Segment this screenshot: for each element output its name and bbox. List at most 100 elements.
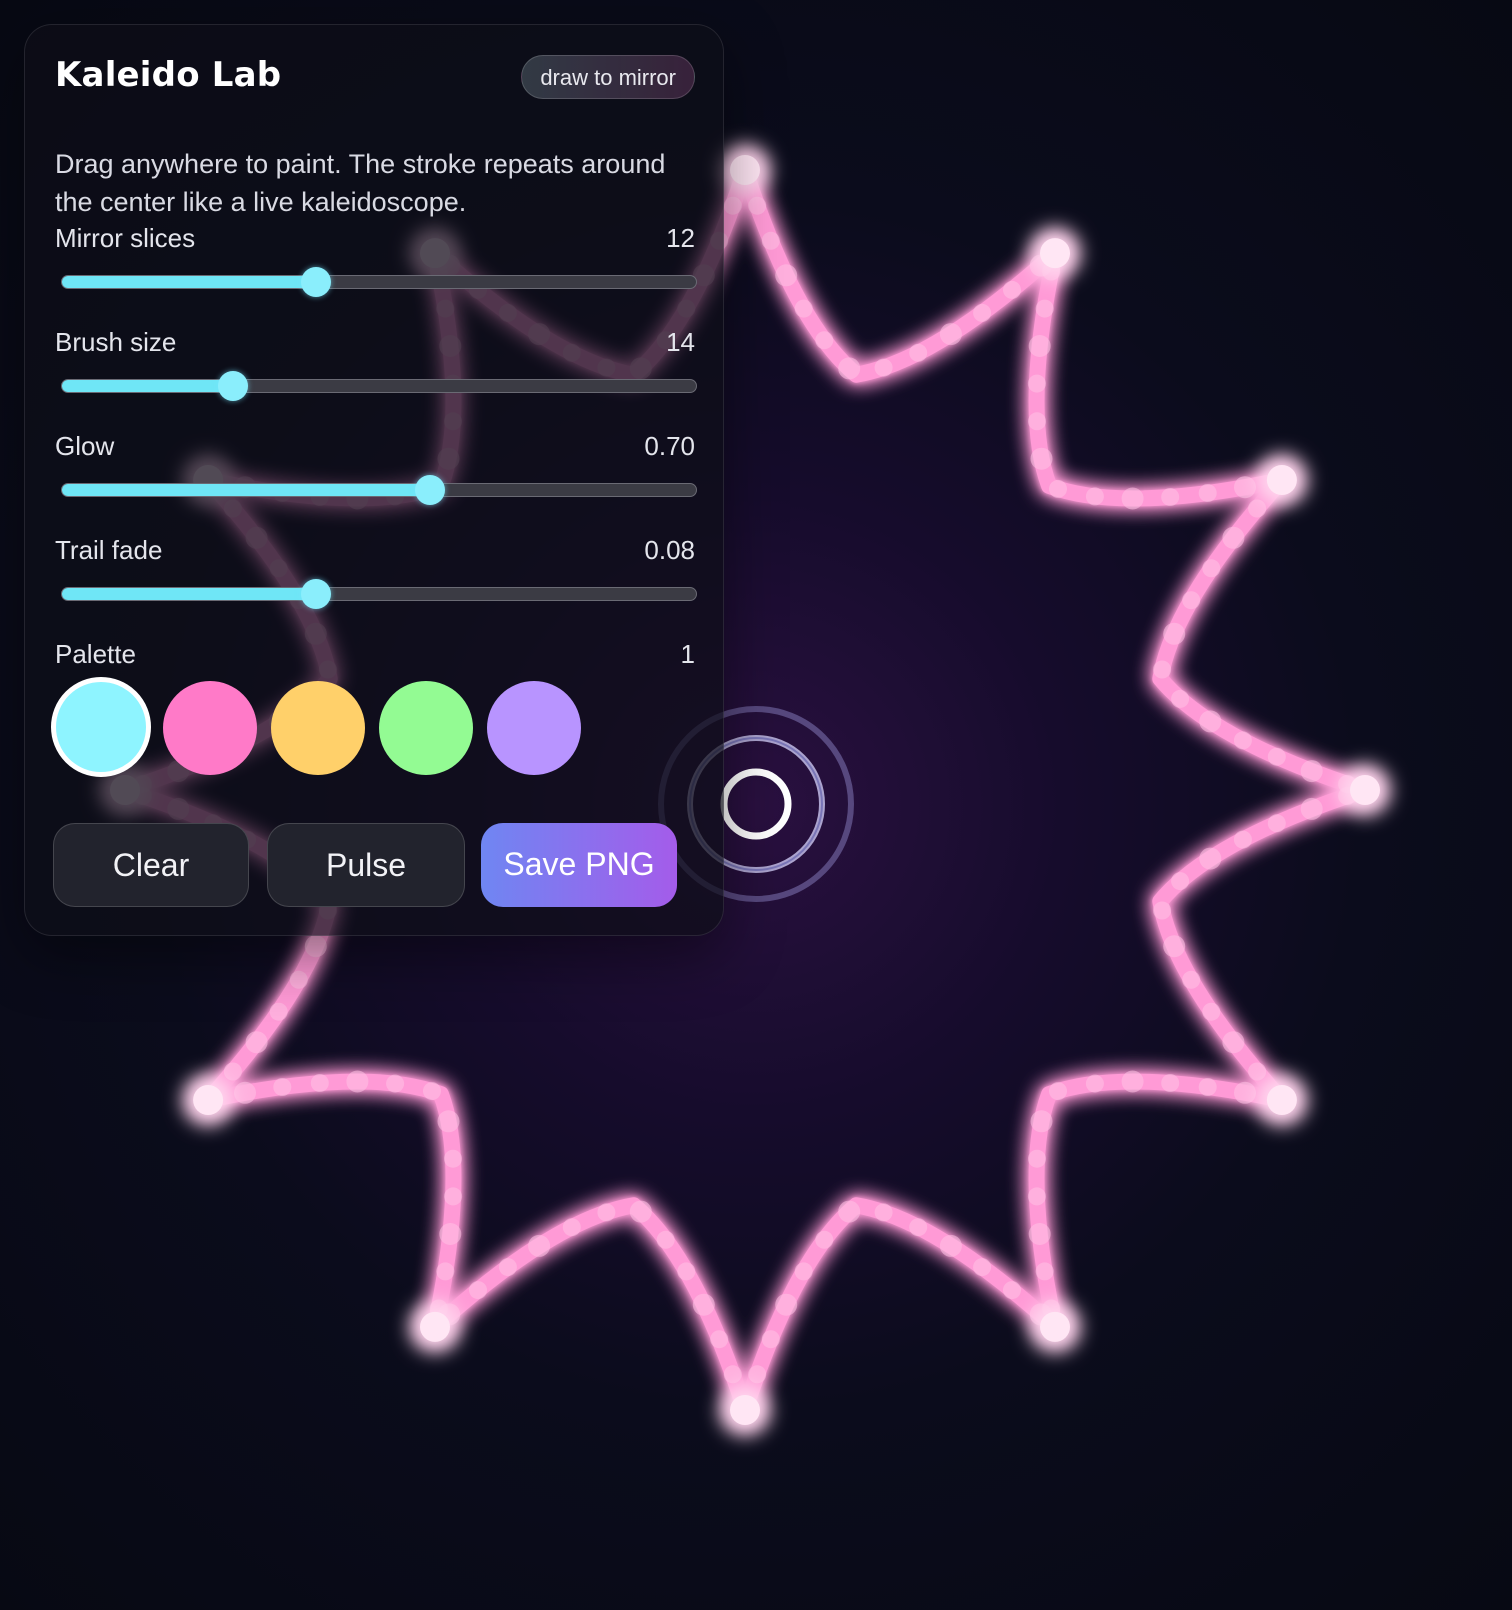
slider-fill	[62, 484, 430, 496]
palette-swatch-3[interactable]	[271, 681, 365, 775]
palette-label: Palette	[55, 639, 136, 669]
stroke-bead	[939, 1234, 962, 1257]
stroke-bead	[1248, 1062, 1267, 1081]
stroke-bead	[794, 299, 813, 318]
stroke-tip	[1350, 775, 1380, 805]
brush-size-label: Brush size	[55, 327, 177, 357]
stroke-bead	[304, 935, 327, 958]
stroke-bead	[1121, 487, 1144, 510]
slider-thumb[interactable]	[300, 267, 331, 297]
stroke-bead	[1027, 1187, 1046, 1206]
stroke-bead	[245, 1031, 268, 1054]
pulse-button[interactable]: Pulse	[267, 823, 465, 907]
stroke-bead	[1234, 1081, 1256, 1104]
stroke-bead	[1171, 689, 1190, 708]
stroke-bead	[1153, 660, 1172, 679]
stroke-bead	[1085, 487, 1104, 506]
kaleidoscope-canvas[interactable]: Kaleido Lab draw to mirror Drag anywhere…	[0, 0, 1512, 1610]
stroke-bead	[1248, 499, 1267, 518]
stroke-bead	[692, 1293, 715, 1316]
slider-fill	[62, 588, 316, 600]
stroke-bead	[775, 264, 798, 287]
slider-fill	[62, 276, 316, 288]
stroke-bead	[1161, 1074, 1180, 1092]
clear-button[interactable]: Clear	[53, 823, 249, 907]
stroke-bead	[794, 1262, 813, 1281]
stroke-bead	[423, 1082, 441, 1101]
stroke-bead	[973, 303, 992, 322]
brush-size-slider[interactable]	[61, 371, 697, 401]
stroke-bead	[1003, 1281, 1021, 1300]
stroke-bead	[386, 1074, 405, 1093]
app-title: Kaleido Lab	[55, 55, 282, 95]
mirror-slices-value: 12	[666, 223, 695, 253]
stroke-bead	[1199, 710, 1222, 733]
slider-thumb[interactable]	[218, 371, 249, 401]
stroke-bead	[1171, 872, 1190, 891]
stroke-bead	[437, 1110, 460, 1133]
stroke-bead	[597, 1203, 616, 1222]
stroke-bead	[973, 1258, 992, 1277]
stroke-bead	[1049, 1082, 1067, 1101]
palette-swatch-1[interactable]	[51, 677, 151, 777]
glow-label: Glow	[55, 431, 115, 461]
palette-swatch-2[interactable]	[163, 681, 257, 775]
stroke-tip	[730, 155, 760, 185]
stroke-bead	[1163, 935, 1186, 958]
stroke-bead	[710, 1330, 729, 1349]
stroke-bead	[1085, 1074, 1104, 1093]
slider-thumb[interactable]	[300, 579, 331, 609]
palette-swatch-5[interactable]	[487, 681, 581, 775]
stroke-tip	[1040, 1311, 1070, 1342]
stroke-tip	[1040, 238, 1070, 269]
stroke-bead	[1300, 797, 1323, 820]
glow-value: 0.70	[644, 431, 695, 461]
stroke-bead	[909, 343, 928, 362]
stroke-bead	[1003, 280, 1021, 299]
stroke-bead	[1030, 447, 1053, 470]
stroke-bead	[1182, 970, 1201, 989]
stroke-bead	[1121, 1070, 1144, 1093]
stroke-bead	[439, 1223, 462, 1245]
stroke-bead	[444, 1187, 463, 1206]
stroke-bead	[748, 1365, 767, 1384]
stroke-bead	[1028, 1223, 1051, 1245]
trail-fade-label: Trail fade	[55, 535, 163, 565]
stroke-bead	[1182, 591, 1201, 610]
palette-swatch-4[interactable]	[379, 681, 473, 775]
brush-size-value: 14	[666, 327, 695, 357]
stroke-bead	[723, 1365, 742, 1384]
stroke-bead	[1049, 479, 1067, 498]
stroke-tip	[730, 1395, 760, 1425]
stroke-bead	[761, 231, 780, 250]
stroke-bead	[234, 1081, 256, 1104]
stroke-bead	[346, 1070, 369, 1093]
stroke-bead	[1161, 488, 1180, 506]
stroke-bead	[677, 1262, 696, 1281]
stroke-bead	[1267, 814, 1286, 833]
stroke-bead	[1198, 1078, 1217, 1096]
instructions-text: Drag anywhere to paint. The stroke repea…	[55, 149, 666, 217]
stroke-bead	[1035, 1262, 1054, 1281]
glow-slider[interactable]	[61, 475, 697, 505]
stroke-bead	[1233, 731, 1252, 750]
stroke-bead	[1233, 830, 1252, 849]
stroke-tip	[1266, 1085, 1297, 1115]
slider-thumb[interactable]	[414, 475, 445, 505]
stroke-bead	[1199, 847, 1222, 870]
stroke-tip	[1266, 465, 1297, 495]
stroke-bead	[656, 1230, 675, 1249]
mirror-slices-label: Mirror slices	[55, 223, 196, 253]
stroke-bead	[1202, 559, 1221, 578]
save-png-button[interactable]: Save PNG	[481, 823, 677, 907]
mode-badge: draw to mirror	[521, 55, 695, 99]
trail-fade-slider[interactable]	[61, 579, 697, 609]
stroke-bead	[269, 1002, 288, 1021]
stroke-bead	[310, 1074, 329, 1092]
palette-value: 1	[680, 639, 695, 669]
mirror-slices-slider[interactable]	[61, 267, 697, 297]
stroke-bead	[436, 1262, 455, 1281]
stroke-bead	[909, 1218, 928, 1237]
stroke-bead	[1222, 526, 1245, 549]
stroke-bead	[838, 1200, 861, 1223]
